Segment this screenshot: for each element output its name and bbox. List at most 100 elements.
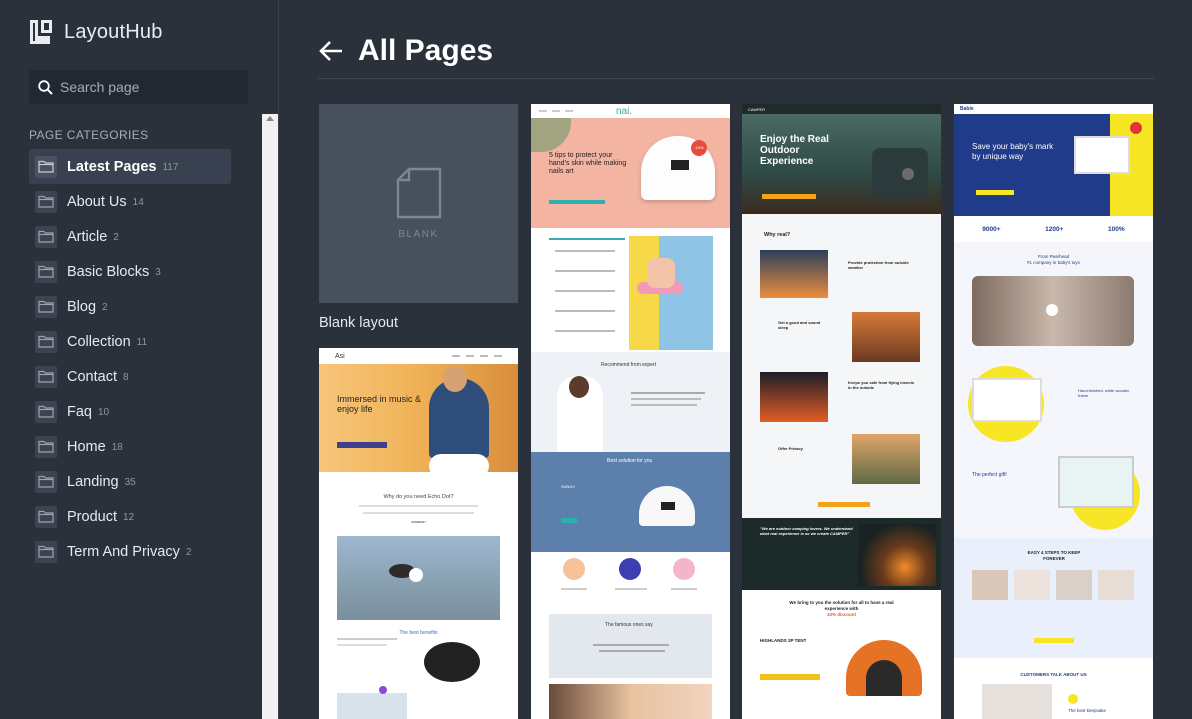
category-list: Latest Pages 117 About Us 14 Article 2 B… <box>29 149 231 569</box>
category-count: 8 <box>122 372 129 383</box>
folder-icon <box>35 400 57 423</box>
template-headline: 5 tips to protect your hand's skin while… <box>549 152 627 175</box>
category-count: 14 <box>132 197 144 208</box>
template-headline: Enjoy the Real Outdoor Experience <box>760 134 829 167</box>
template-section-title: Why do you need Echo Dot? <box>383 494 454 500</box>
page-title: All Pages <box>358 34 494 67</box>
folder-icon <box>35 365 57 388</box>
template-section-title: The best keepsake <box>1068 708 1107 713</box>
template-brand: Babie <box>960 106 974 112</box>
category-latest-pages[interactable]: Latest Pages 117 <box>29 149 231 184</box>
category-count: 35 <box>124 477 136 488</box>
category-home[interactable]: Home 18 <box>29 429 231 464</box>
template-section-title: Best solution for you <box>607 458 653 464</box>
categories-heading: PAGE CATEGORIES <box>29 128 149 142</box>
blank-page-icon <box>396 167 441 219</box>
blank-label: BLANK <box>398 229 439 240</box>
category-term-and-privacy[interactable]: Term And Privacy 2 <box>29 534 231 569</box>
sidebar: LayoutHub PAGE CATEGORIES Latest Pages 1… <box>0 0 262 719</box>
category-about-us[interactable]: About Us 14 <box>29 184 231 219</box>
category-label: Home <box>67 438 106 455</box>
category-label: Latest Pages <box>67 158 157 175</box>
category-label: Landing <box>67 473 119 490</box>
template-subtitle: #1 company in baby's toys <box>1027 260 1080 265</box>
category-contact[interactable]: Contact 8 <box>29 359 231 394</box>
blank-layout-caption: Blank layout <box>319 315 398 331</box>
layouthub-logo-icon <box>30 20 52 44</box>
scroll-up-arrow-icon[interactable] <box>266 116 274 121</box>
template-section-title: Why real? <box>764 232 791 238</box>
app-logo[interactable]: LayoutHub <box>28 18 163 46</box>
search-box <box>29 70 248 104</box>
discount-badge: -10% <box>691 140 707 156</box>
folder-icon <box>35 540 57 563</box>
folder-icon <box>35 155 57 178</box>
template-section-title: Recommend from expert <box>601 362 657 368</box>
category-product[interactable]: Product 12 <box>29 499 231 534</box>
folder-icon <box>35 260 57 283</box>
search-input[interactable] <box>60 79 240 95</box>
folder-icon <box>35 295 57 318</box>
template-headline: Immersed in music & enjoy life <box>337 394 422 414</box>
category-landing[interactable]: Landing 35 <box>29 464 231 499</box>
folder-icon <box>35 225 57 248</box>
category-label: About Us <box>67 193 127 210</box>
template-section-title: The famous ones say <box>605 622 653 628</box>
category-collection[interactable]: Collection 11 <box>29 324 231 359</box>
category-count: 117 <box>162 162 179 173</box>
folder-icon <box>35 470 57 493</box>
category-label: Term And Privacy <box>67 543 180 560</box>
back-arrow-icon[interactable] <box>318 40 344 62</box>
template-card-baby[interactable]: Babie Save your baby's mark by unique wa… <box>954 104 1153 719</box>
category-basic-blocks[interactable]: Basic Blocks 3 <box>29 254 231 289</box>
template-brand: CAMPER <box>748 106 766 112</box>
feature-text: Get a good and sound sleep <box>778 320 821 330</box>
category-label: Contact <box>67 368 117 385</box>
sidebar-divider <box>278 0 279 719</box>
template-section-title: The perfect gift! <box>972 472 1007 478</box>
app-name: LayoutHub <box>64 20 163 43</box>
template-section-title: From Pearhead <box>1037 254 1070 259</box>
category-count: 2 <box>102 302 108 313</box>
sidebar-scrollbar[interactable] <box>262 114 278 719</box>
category-count: 2 <box>185 547 192 558</box>
stat-value: 100% <box>1108 225 1125 233</box>
feature-text: Provide protection from outside weather <box>848 260 909 270</box>
category-label: Product <box>67 508 117 525</box>
template-section-title: The best benefits <box>399 630 438 636</box>
template-card-nails[interactable]: nai. 5 tips to protect your hand's skin … <box>531 104 730 719</box>
folder-icon <box>35 505 57 528</box>
stat-value: 1200+ <box>1045 225 1064 233</box>
template-brand-mark: SUNUV <box>561 484 576 489</box>
category-article[interactable]: Article 2 <box>29 219 231 254</box>
page-header: All Pages <box>318 34 493 68</box>
category-faq[interactable]: Faq 10 <box>29 394 231 429</box>
category-count: 3 <box>155 267 161 278</box>
template-brand-mark: amazon <box>411 519 426 524</box>
category-label: Basic Blocks <box>67 263 150 280</box>
category-blog[interactable]: Blog 2 <box>29 289 231 324</box>
folder-icon <box>35 330 57 353</box>
discount-text: 10% discount <box>826 612 856 617</box>
feature-text: Hand-finished, white wooden frame <box>1078 388 1130 398</box>
feature-text: Offer Privacy <box>778 446 803 451</box>
feature-text: Keeps you safe from flying insects in th… <box>848 380 915 390</box>
header-divider <box>318 78 1154 79</box>
folder-icon <box>35 190 57 213</box>
template-quote: "We are outdoor camping lovers. We under… <box>760 526 853 536</box>
category-count: 2 <box>113 232 119 243</box>
category-label: Collection <box>67 333 131 350</box>
template-brand: Asi <box>335 352 345 360</box>
template-headline: Save your baby's mark by unique way <box>972 142 1054 161</box>
category-count: 11 <box>136 337 148 348</box>
stat-value: 9000+ <box>982 225 1001 233</box>
blank-layout-card[interactable]: BLANK <box>319 104 518 303</box>
template-card-outdoor[interactable]: CAMPER Enjoy the Real Outdoor Experience… <box>742 104 941 719</box>
category-count: 12 <box>122 512 135 523</box>
template-card-music[interactable]: Asi Immersed in music & enjoy life Why d… <box>319 348 518 719</box>
folder-icon <box>35 435 57 458</box>
template-brand: nai. <box>616 105 633 117</box>
category-count: 10 <box>98 407 110 418</box>
category-count: 18 <box>111 442 123 453</box>
product-title: HIGHLANDS 2P TENT <box>760 638 807 643</box>
